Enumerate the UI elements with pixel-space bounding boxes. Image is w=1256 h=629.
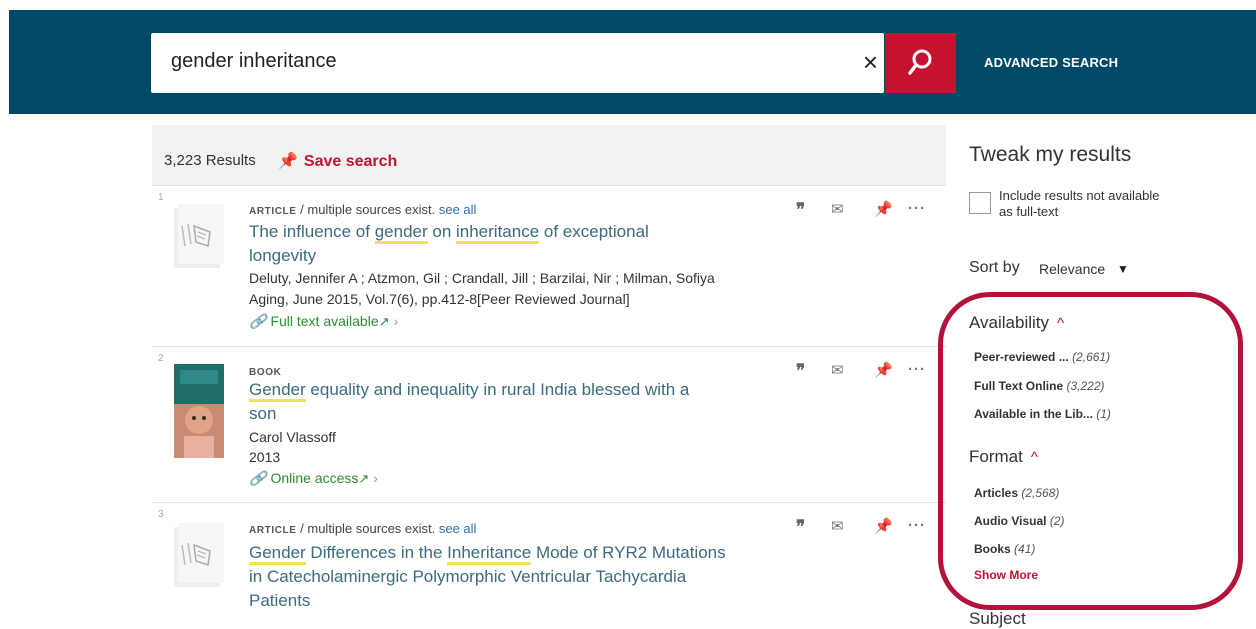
- results-bar: 3,223 Results 📌 Save search: [152, 125, 946, 185]
- article-thumbnail-icon: [174, 523, 224, 587]
- pin-icon[interactable]: 📌: [874, 200, 893, 218]
- result-number: 1: [158, 192, 164, 203]
- chevron-right-icon: ›: [373, 470, 378, 486]
- result-authors: Deluty, Jennifer A ; Atzmon, Gil ; Crand…: [249, 270, 715, 286]
- title-text: equality and inequality in rural India b…: [305, 380, 690, 399]
- source-note: / multiple sources exist.: [296, 202, 439, 217]
- title-highlight: gender: [374, 222, 428, 244]
- title-highlight: Inheritance: [447, 543, 532, 565]
- result-number: 3: [158, 509, 164, 520]
- title-text: The influence of: [249, 222, 375, 241]
- article-thumbnail-icon: [174, 204, 224, 268]
- advanced-search-link[interactable]: ADVANCED SEARCH: [984, 55, 1118, 70]
- source-note: / multiple sources exist.: [296, 521, 439, 536]
- more-options-icon[interactable]: ···: [908, 517, 926, 534]
- more-options-icon[interactable]: ···: [908, 200, 926, 217]
- result-card[interactable]: 1 ARTICLE / multiple sources exist. see …: [152, 185, 946, 346]
- see-all-link[interactable]: see all: [439, 521, 477, 536]
- result-title[interactable]: Gender equality and inequality in rural …: [249, 378, 729, 426]
- title-highlight: inheritance: [456, 222, 540, 244]
- save-search-label: Save search: [303, 153, 398, 170]
- search-query-text[interactable]: gender inheritance: [171, 50, 337, 73]
- title-text: Patients: [249, 591, 311, 610]
- email-icon[interactable]: ✉: [831, 517, 844, 535]
- sort-by-label: Sort by: [969, 259, 1020, 276]
- search-input[interactable]: gender inheritance ×: [151, 33, 884, 93]
- title-text: in Catecholaminergic Polymorphic Ventric…: [249, 567, 687, 586]
- search-icon: [908, 49, 932, 75]
- result-card[interactable]: 2 BOOK Gender equality and inequality in…: [152, 346, 946, 502]
- result-title[interactable]: Gender Differences in the Inheritance Mo…: [249, 541, 749, 613]
- result-type: ARTICLE: [249, 206, 297, 217]
- availability-label: Online access: [270, 470, 359, 486]
- results-list: 3,223 Results 📌 Save search 1 ARTICLE / m…: [152, 125, 946, 620]
- result-type-line: BOOK: [249, 363, 281, 378]
- result-source: Aging, June 2015, Vol.7(6), pp.412-8[Pee…: [249, 291, 630, 307]
- link-icon: 🔗: [249, 313, 267, 329]
- save-search-button[interactable]: 📌 Save search: [278, 151, 397, 171]
- see-all-link[interactable]: see all: [439, 202, 477, 217]
- sidebar-title: Tweak my results: [969, 143, 1132, 166]
- email-icon[interactable]: ✉: [831, 361, 844, 379]
- citation-icon[interactable]: ❞: [796, 361, 805, 381]
- pin-icon[interactable]: 📌: [874, 517, 893, 535]
- more-options-icon[interactable]: ···: [908, 361, 926, 378]
- availability-link[interactable]: 🔗 Online access↗ ›: [249, 470, 378, 487]
- facet-subject[interactable]: Subject: [969, 609, 1026, 629]
- availability-label: Full text available: [270, 313, 379, 329]
- search-button[interactable]: [885, 33, 956, 93]
- link-icon: 🔗: [249, 470, 267, 486]
- title-highlight: Gender: [249, 380, 306, 402]
- title-highlight: Gender: [249, 543, 306, 565]
- email-icon[interactable]: ✉: [831, 200, 844, 218]
- title-text: Mode of RYR2 Mutations: [531, 543, 726, 562]
- external-link-icon: ↗: [378, 314, 390, 329]
- citation-icon[interactable]: ❞: [796, 517, 805, 537]
- pin-icon: 📌: [278, 153, 298, 170]
- title-text: Differences in the: [305, 543, 448, 562]
- title-text: on: [427, 222, 456, 241]
- citation-icon[interactable]: ❞: [796, 200, 805, 220]
- result-type: ARTICLE: [249, 525, 297, 536]
- availability-link[interactable]: 🔗 Full text available↗ ›: [249, 313, 398, 330]
- pin-icon[interactable]: 📌: [874, 361, 893, 379]
- book-cover-image: [174, 364, 224, 458]
- result-type-line: ARTICLE / multiple sources exist. see al…: [249, 202, 476, 217]
- result-actions: ❞ ✉ 📌 ···: [796, 517, 936, 537]
- caret-down-icon[interactable]: ▼: [1117, 262, 1129, 276]
- result-year: 2013: [249, 449, 281, 465]
- result-actions: ❞ ✉ 📌 ···: [796, 200, 936, 220]
- chevron-right-icon: ›: [393, 313, 399, 329]
- annotation-highlight-ring: [938, 292, 1243, 610]
- close-icon[interactable]: ×: [863, 47, 878, 77]
- external-link-icon: ↗: [358, 471, 370, 486]
- include-not-fulltext-label[interactable]: Include results not available as full-te…: [999, 188, 1169, 220]
- result-type-line: ARTICLE / multiple sources exist. see al…: [249, 521, 476, 536]
- include-not-fulltext-checkbox[interactable]: [969, 192, 991, 214]
- result-type: BOOK: [249, 367, 282, 378]
- result-card[interactable]: 3 ARTICLE / multiple sources exist. see …: [152, 502, 946, 620]
- sort-by-select[interactable]: Relevance: [1039, 261, 1105, 277]
- title-text: of exceptional: [539, 222, 649, 241]
- title-text: son: [249, 404, 277, 423]
- search-header: gender inheritance × ADVANCED SEARCH: [9, 10, 1256, 114]
- result-number: 2: [158, 353, 164, 364]
- title-text: longevity: [249, 246, 317, 265]
- result-actions: ❞ ✉ 📌 ···: [796, 361, 936, 381]
- results-count: 3,223 Results: [164, 152, 256, 169]
- result-title[interactable]: The influence of gender on inheritance o…: [249, 220, 729, 268]
- result-authors: Carol Vlassoff: [249, 429, 336, 445]
